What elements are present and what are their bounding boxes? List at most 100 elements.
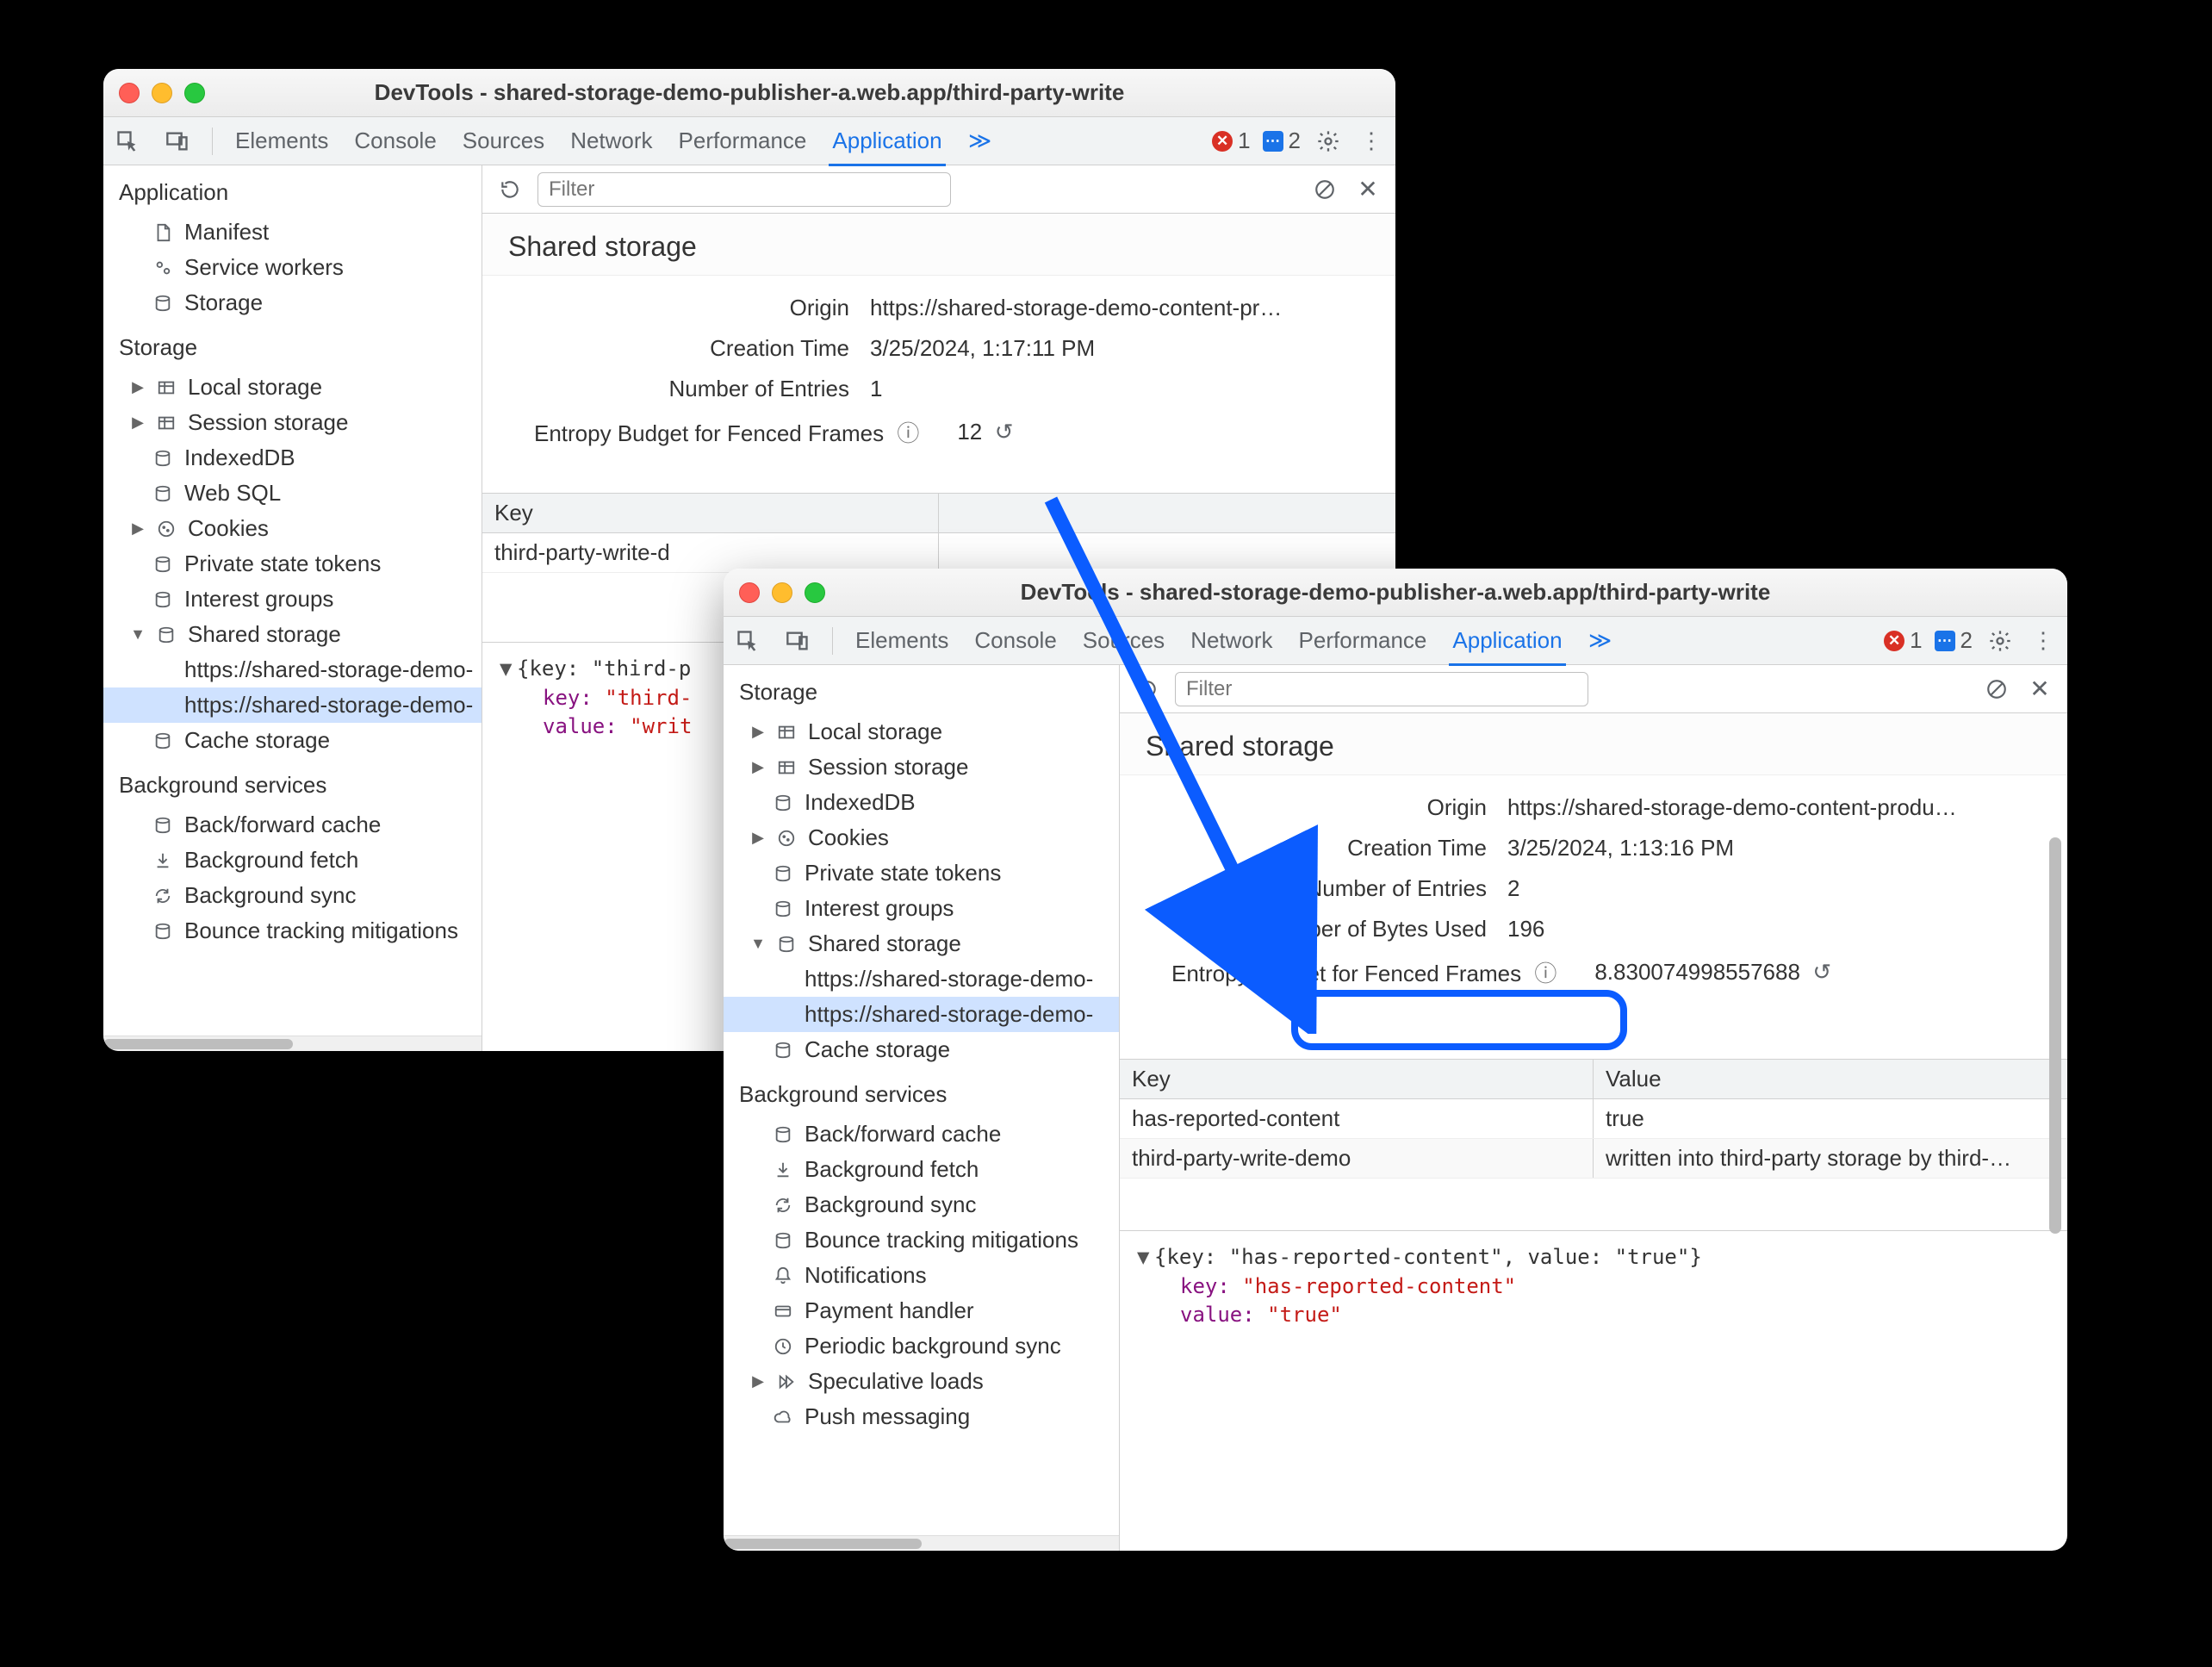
sidebar-item-shared-origin-1[interactable]: https://shared-storage-demo- xyxy=(103,652,482,687)
device-toolbar-icon[interactable] xyxy=(162,126,193,157)
sidebar-item-periodic-sync[interactable]: Periodic background sync xyxy=(724,1328,1119,1364)
device-toolbar-icon[interactable] xyxy=(782,625,813,656)
column-value-header[interactable]: Value xyxy=(1594,1060,2067,1098)
tab-network[interactable]: Network xyxy=(1187,627,1276,654)
table-row[interactable]: third-party-write-d xyxy=(482,533,1395,573)
fast-forward-icon xyxy=(775,1371,798,1393)
tab-sources[interactable]: Sources xyxy=(1079,627,1168,654)
sidebar-item-cookies[interactable]: ▶Cookies xyxy=(724,820,1119,855)
tab-application[interactable]: Application xyxy=(829,128,945,166)
kebab-icon[interactable]: ⋮ xyxy=(1356,126,1387,157)
info-icon[interactable]: ⓘ xyxy=(897,420,919,446)
sidebar-item-bg-sync[interactable]: Background sync xyxy=(724,1187,1119,1222)
sidebar-item-cache-storage[interactable]: Cache storage xyxy=(724,1032,1119,1067)
inspect-element-icon[interactable] xyxy=(732,625,763,656)
sidebar-item-bg-fetch[interactable]: Background fetch xyxy=(724,1152,1119,1187)
block-icon[interactable] xyxy=(1981,674,2012,705)
sidebar-item-private-state-tokens[interactable]: Private state tokens xyxy=(103,546,482,582)
tab-performance[interactable]: Performance xyxy=(1296,627,1431,654)
window-title: DevTools - shared-storage-demo-publisher… xyxy=(103,79,1395,106)
sidebar-item-local-storage[interactable]: ▶Local storage xyxy=(103,370,482,405)
sidebar-item-interest-groups[interactable]: Interest groups xyxy=(103,582,482,617)
sidebar-item-private-state-tokens[interactable]: Private state tokens xyxy=(724,855,1119,891)
sidebar-item-local-storage[interactable]: ▶Local storage xyxy=(724,714,1119,750)
more-tabs-icon[interactable]: ≫ xyxy=(1585,625,1616,656)
gear-icon[interactable] xyxy=(1313,126,1344,157)
caret-down-icon[interactable]: ▼ xyxy=(1137,1243,1154,1272)
sidebar-item-payment-handler[interactable]: Payment handler xyxy=(724,1293,1119,1328)
kebab-icon[interactable]: ⋮ xyxy=(2028,625,2059,656)
titlebar[interactable]: DevTools - shared-storage-demo-publisher… xyxy=(103,69,1395,117)
vertical-scrollbar[interactable] xyxy=(2043,665,2067,1551)
tab-network[interactable]: Network xyxy=(567,128,656,154)
sidebar-item-manifest[interactable]: Manifest xyxy=(103,215,482,250)
sidebar-item-service-workers[interactable]: Service workers xyxy=(103,250,482,285)
sidebar-item-indexeddb[interactable]: IndexedDB xyxy=(103,440,482,476)
tab-console[interactable]: Console xyxy=(971,627,1059,654)
sidebar-item-cache-storage[interactable]: Cache storage xyxy=(103,723,482,758)
sidebar-item-bounce[interactable]: Bounce tracking mitigations xyxy=(103,913,482,949)
sidebar-item-bounce[interactable]: Bounce tracking mitigations xyxy=(724,1222,1119,1258)
refresh-icon[interactable] xyxy=(494,174,525,205)
sidebar-item-bfcache[interactable]: Back/forward cache xyxy=(724,1117,1119,1152)
column-key-header[interactable]: Key xyxy=(1120,1060,1594,1098)
message-badge[interactable]: ⋯2 xyxy=(1935,627,1973,654)
close-icon[interactable]: ✕ xyxy=(1352,174,1383,205)
error-badge[interactable]: ✕1 xyxy=(1212,128,1250,154)
sidebar-item-shared-storage[interactable]: ▼Shared storage xyxy=(724,926,1119,961)
error-badge[interactable]: ✕1 xyxy=(1884,627,1922,654)
sidebar-item-notifications[interactable]: Notifications xyxy=(724,1258,1119,1293)
reset-icon[interactable]: ↺ xyxy=(1812,959,1831,985)
tab-sources[interactable]: Sources xyxy=(459,128,548,154)
close-icon[interactable] xyxy=(739,582,760,603)
minimize-icon[interactable] xyxy=(772,582,792,603)
caret-down-icon[interactable]: ▼ xyxy=(500,655,517,684)
tab-elements[interactable]: Elements xyxy=(232,128,332,154)
section-background-services: Background services xyxy=(724,1067,1119,1117)
block-icon[interactable] xyxy=(1309,174,1340,205)
sidebar-item-shared-origin-2[interactable]: https://shared-storage-demo- xyxy=(724,997,1119,1032)
sidebar-item-bg-fetch[interactable]: Background fetch xyxy=(103,843,482,878)
sidebar-item-shared-origin-2[interactable]: https://shared-storage-demo- xyxy=(103,687,482,723)
minimize-icon[interactable] xyxy=(152,83,172,103)
sidebar-item-shared-storage[interactable]: ▼Shared storage xyxy=(103,617,482,652)
table-row[interactable]: third-party-write-demowritten into third… xyxy=(1120,1139,2067,1179)
sidebar-item-storage[interactable]: Storage xyxy=(103,285,482,320)
main-panel: ✕ Shared storage Originhttps://shared-st… xyxy=(1120,665,2067,1551)
filter-input[interactable] xyxy=(537,172,951,207)
tab-performance[interactable]: Performance xyxy=(675,128,811,154)
zoom-icon[interactable] xyxy=(184,83,205,103)
message-badge[interactable]: ⋯2 xyxy=(1263,128,1301,154)
info-icon[interactable]: ⓘ xyxy=(1534,961,1556,986)
sidebar-item-bfcache[interactable]: Back/forward cache xyxy=(103,807,482,843)
sidebar-item-cookies[interactable]: ▶Cookies xyxy=(103,511,482,546)
tab-console[interactable]: Console xyxy=(351,128,439,154)
sidebar-item-indexeddb[interactable]: IndexedDB xyxy=(724,785,1119,820)
column-value-header[interactable] xyxy=(939,494,1395,532)
more-tabs-icon[interactable]: ≫ xyxy=(965,126,996,157)
sidebar-item-push-messaging[interactable]: Push messaging xyxy=(724,1399,1119,1434)
sidebar-item-interest-groups[interactable]: Interest groups xyxy=(724,891,1119,926)
horizontal-scrollbar[interactable] xyxy=(103,1036,482,1051)
tab-elements[interactable]: Elements xyxy=(852,627,952,654)
sidebar-item-bg-sync[interactable]: Background sync xyxy=(103,878,482,913)
horizontal-scrollbar[interactable] xyxy=(724,1535,1119,1551)
sidebar-item-shared-origin-1[interactable]: https://shared-storage-demo- xyxy=(724,961,1119,997)
origin-label: Origin xyxy=(508,295,870,321)
column-key-header[interactable]: Key xyxy=(482,494,939,532)
refresh-icon[interactable] xyxy=(1132,674,1163,705)
sidebar-item-session-storage[interactable]: ▶Session storage xyxy=(103,405,482,440)
close-icon[interactable] xyxy=(119,83,140,103)
table-row[interactable]: has-reported-contenttrue xyxy=(1120,1099,2067,1139)
sidebar-item-speculative-loads[interactable]: ▶Speculative loads xyxy=(724,1364,1119,1399)
tab-application[interactable]: Application xyxy=(1449,627,1565,666)
sidebar-item-session-storage[interactable]: ▶Session storage xyxy=(724,750,1119,785)
titlebar[interactable]: DevTools - shared-storage-demo-publisher… xyxy=(724,569,2067,617)
zoom-icon[interactable] xyxy=(805,582,825,603)
inspect-element-icon[interactable] xyxy=(112,126,143,157)
filter-input[interactable] xyxy=(1175,672,1588,706)
reset-icon[interactable]: ↺ xyxy=(995,419,1014,445)
gear-icon[interactable] xyxy=(1985,625,2016,656)
table-icon xyxy=(775,756,798,779)
sidebar-item-websql[interactable]: Web SQL xyxy=(103,476,482,511)
